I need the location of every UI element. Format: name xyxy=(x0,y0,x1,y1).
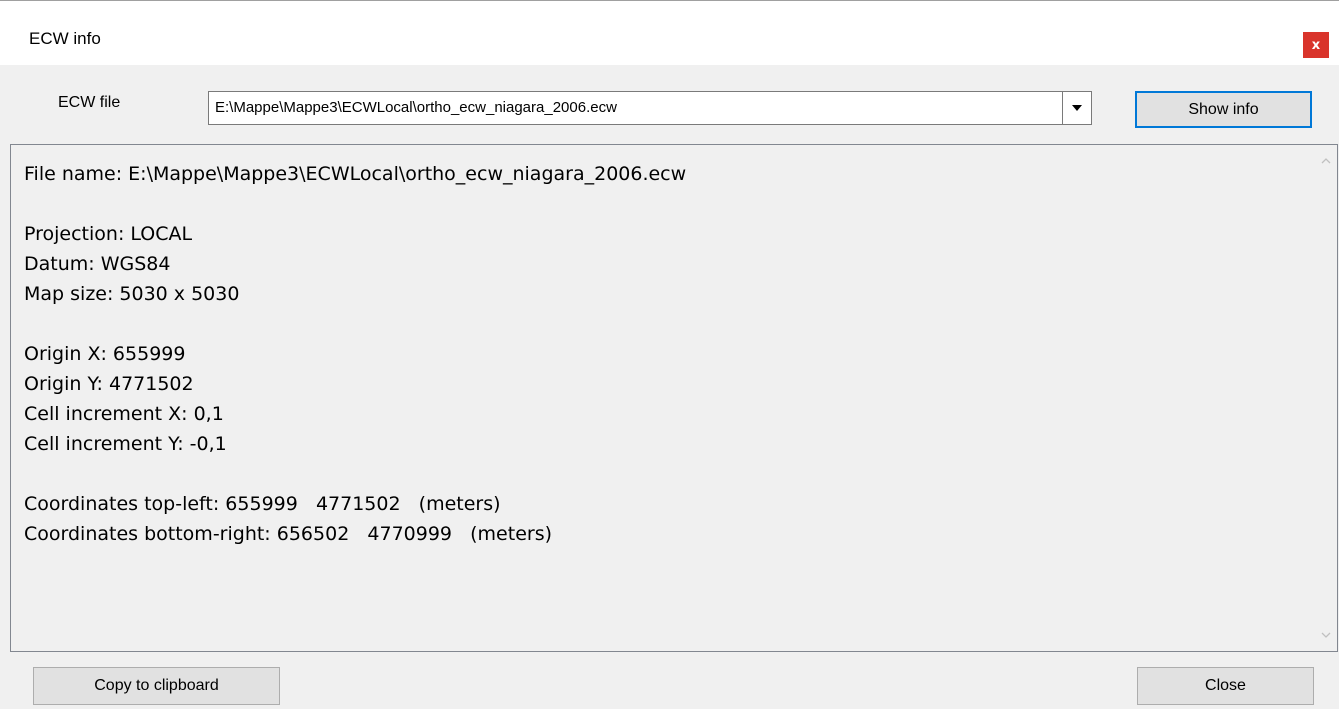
copy-to-clipboard-button[interactable]: Copy to clipboard xyxy=(33,667,280,705)
info-line: Cell increment Y: -0,1 xyxy=(24,433,227,455)
info-line: Projection: LOCAL xyxy=(24,223,193,245)
info-line: Origin X: 655999 xyxy=(24,343,186,365)
title-bar: ECW info x xyxy=(0,1,1339,65)
close-window-button[interactable]: x xyxy=(1303,32,1329,58)
info-line: Coordinates top-left: 655999 4771502 (me… xyxy=(24,493,501,515)
scroll-up-icon[interactable] xyxy=(1320,155,1332,167)
info-line: Datum: WGS84 xyxy=(24,253,171,275)
combo-dropdown-button[interactable] xyxy=(1062,92,1091,124)
info-line: Coordinates bottom-right: 656502 4770999… xyxy=(24,523,553,545)
info-textarea[interactable]: File name: E:\Mappe\Mappe3\ECWLocal\orth… xyxy=(10,144,1338,652)
scroll-down-icon[interactable] xyxy=(1320,629,1332,641)
info-line: Cell increment X: 0,1 xyxy=(24,403,224,425)
ecw-file-value[interactable]: E:\Mappe\Mappe3\ECWLocal\ortho_ecw_niaga… xyxy=(215,99,617,116)
info-line xyxy=(24,459,686,489)
info-line xyxy=(24,189,686,219)
info-line: Map size: 5030 x 5030 xyxy=(24,283,240,305)
ecw-info-dialog: ECW info x ECW file E:\Mappe\Mappe3\ECWL… xyxy=(0,0,1339,709)
info-line: File name: E:\Mappe\Mappe3\ECWLocal\orth… xyxy=(24,163,687,185)
vertical-scrollbar[interactable] xyxy=(1316,145,1337,651)
info-line: Origin Y: 4771502 xyxy=(24,373,194,395)
window-title: ECW info xyxy=(29,29,101,48)
show-info-button[interactable]: Show info xyxy=(1135,91,1312,128)
close-button[interactable]: Close xyxy=(1137,667,1314,705)
info-text: File name: E:\Mappe\Mappe3\ECWLocal\orth… xyxy=(24,159,686,549)
ecw-file-combobox[interactable]: E:\Mappe\Mappe3\ECWLocal\ortho_ecw_niaga… xyxy=(208,91,1092,125)
ecw-file-label: ECW file xyxy=(58,94,121,111)
info-line xyxy=(24,309,686,339)
chevron-down-icon xyxy=(1072,105,1082,111)
